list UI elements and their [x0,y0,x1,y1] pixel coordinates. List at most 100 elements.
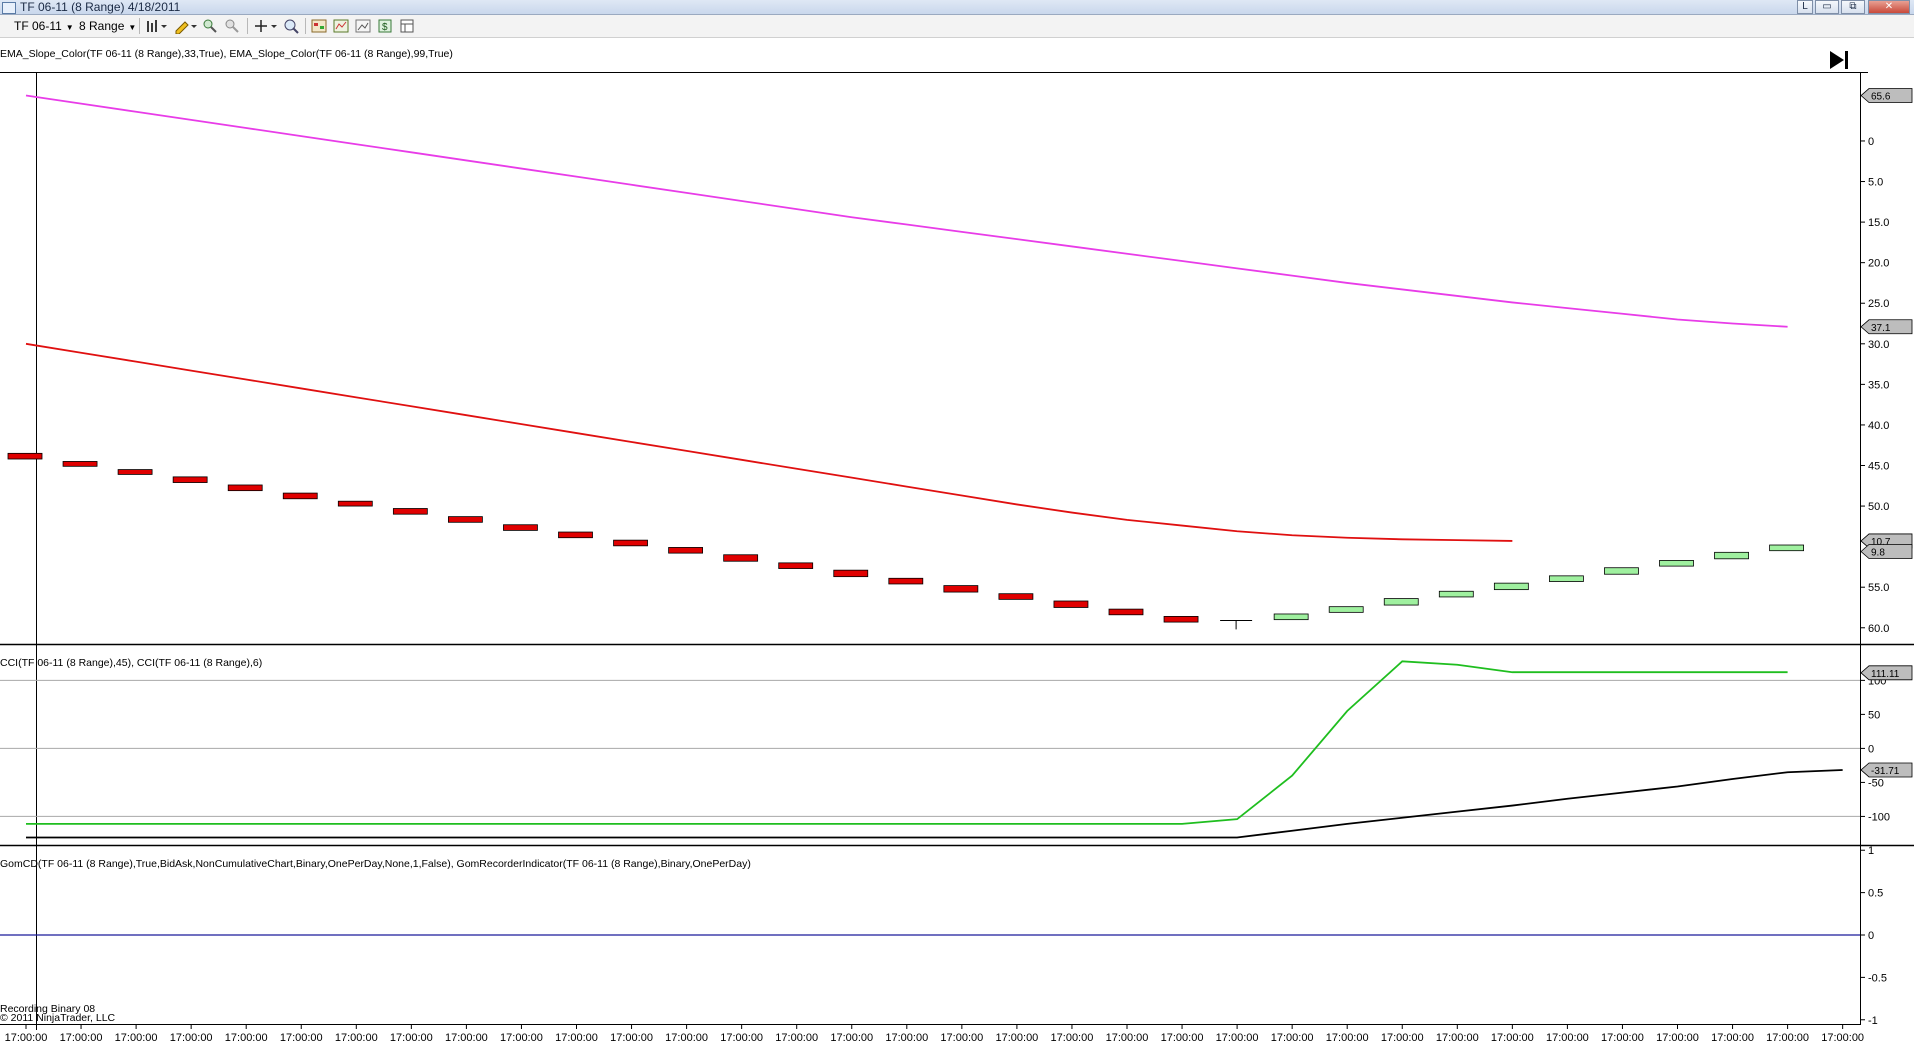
up-bar [1383,598,1419,606]
price-panel-indicator-label: EMA_Slope_Color(TF 06-11 (8 Range),33,Tr… [0,48,453,60]
window-title-bar: TF 06-11 (8 Range) 4/18/2011 L ▭ ⧉ ✕ [0,0,1914,15]
pencil-draw-icon[interactable] [173,18,197,34]
time-axis-tick-label: 17:00:00 [1051,1032,1094,1044]
time-axis-tick-label: 17:00:00 [1326,1032,1369,1044]
gomcd-axis-tick-label: -1 [1868,1015,1878,1027]
price-tag-label: 9.8 [1871,548,1885,559]
time-axis-tick-label: 17:00:00 [665,1032,708,1044]
time-axis-tick-label: 17:00:00 [115,1032,158,1044]
time-axis-tick-label: 17:00:00 [995,1032,1038,1044]
strategies-icon[interactable] [311,18,327,34]
ema99-value-tag: 65.6 [1860,88,1913,103]
down-bar [668,547,703,554]
window-title: TF 06-11 (8 Range) 4/18/2011 [20,0,181,14]
price-tag-label: 37.1 [1871,323,1891,334]
price-axis-tick-label: 60.0 [1868,623,1889,635]
down-bar [558,531,593,539]
time-axis-tick-label: 17:00:00 [1711,1032,1754,1044]
cci-slow-value-tag: -31.71 [1860,762,1913,778]
time-axis-tick-label: 17:00:00 [445,1032,488,1044]
magnifier-icon[interactable] [283,18,299,34]
minimize-button[interactable]: ▭ [1815,0,1839,14]
time-axis-tick-label: 17:00:00 [1216,1032,1259,1044]
down-bar [227,484,263,492]
link-l-button[interactable]: L [1797,0,1813,14]
time-axis-tick-label: 17:00:00 [775,1032,818,1044]
time-axis-tick-label: 17:00:00 [940,1032,983,1044]
up-bar [1438,590,1474,598]
gomcd-axis-tick-label: 1 [1868,845,1874,857]
time-axis-tick-label: 17:00:00 [1821,1032,1864,1044]
chart-area[interactable]: EMA_Slope_Color(TF 06-11 (8 Range),33,Tr… [0,38,1914,1050]
cci-fast-value-tag: 111.11 [1860,665,1913,681]
down-bar [503,524,538,531]
up-bar [1549,575,1584,582]
bar-style-icon[interactable] [145,18,169,34]
zoom-in-icon[interactable] [202,18,218,34]
price-axis-tick-label: 35.0 [1868,379,1889,391]
cci-axis-tick-label: -100 [1868,811,1890,823]
chart-properties-icon[interactable] [355,18,371,34]
down-bar [1108,608,1144,616]
up-bar [1604,567,1639,575]
up-bar [1714,551,1749,560]
cci-axis-tick-label: 50 [1868,709,1880,721]
restore-button[interactable]: ⧉ [1841,0,1865,14]
time-axis-tick-label: 17:00:00 [1381,1032,1424,1044]
close-button[interactable]: ✕ [1868,0,1910,14]
time-axis-tick-label: 17:00:00 [1766,1032,1809,1044]
down-bar [172,476,208,483]
down-bar [888,577,924,585]
down-bar [1163,616,1199,623]
time-axis-tick-label: 17:00:00 [170,1032,213,1044]
time-axis-tick-label: 17:00:00 [1106,1032,1149,1044]
toolbar-separator [305,18,306,34]
time-axis-tick-label: 17:00:00 [280,1032,323,1044]
time-axis-tick-label: 17:00:00 [500,1032,543,1044]
time-axis-tick-label: 17:00:00 [610,1032,653,1044]
scroll-to-end-icon[interactable] [1830,51,1848,69]
gomcd-axis-tick-label: 0 [1868,930,1874,942]
down-bar [117,469,153,475]
cci-line [26,660,1788,825]
time-axis-tick-label: 17:00:00 [390,1032,433,1044]
ema-line [25,94,1788,328]
up-bar [1328,606,1364,613]
price-axis-tick-label: 30.0 [1868,339,1889,351]
down-bar [723,554,759,562]
cci-line [26,769,1843,839]
instrument-selector[interactable]: TF 06-11 ▼ [14,19,74,35]
price-axis-tick-label: 50.0 [1868,501,1889,513]
data-box-icon[interactable] [399,18,415,34]
down-bar [282,492,318,500]
time-axis-tick-label: 17:00:00 [1436,1032,1479,1044]
price-panel: 60.0 55.0 50.0 45.0 40.0 35.0 30.0 25.0 20.0 15.0… [7,88,1913,635]
svg-text:$: $ [382,22,388,33]
down-bar [7,452,43,460]
down-bar [778,562,814,569]
copyright-text: © 2011 NinjaTrader, LLC [0,1012,116,1024]
price-axis-tick-label: 45.0 [1868,461,1889,473]
down-bar [613,539,648,547]
down-bar [1053,600,1089,608]
price-tag-label: 111.11 [1871,669,1900,680]
cci-axis-tick-label: 0 [1868,743,1874,755]
up-bar [1659,560,1694,567]
time-axis-tick-label: 17:00:00 [1271,1032,1314,1044]
indicators-icon[interactable] [333,18,349,34]
zoom-out-icon[interactable] [224,18,240,34]
time-axis-tick-label: 17:00:00 [1491,1032,1534,1044]
up-bar [1493,582,1529,591]
price-marker-icon[interactable]: $ [377,18,393,34]
price-tag-label: -31.71 [1871,766,1900,777]
ema-line [25,342,1513,542]
up-bar [1273,613,1309,621]
down-bar [943,585,979,593]
time-axis-tick-label: 17:00:00 [555,1032,598,1044]
crosshair-icon[interactable] [253,18,277,34]
price-axis-tick-label: 5.0 [1868,177,1883,189]
price-axis-tick-label: 55.0 [1868,582,1889,594]
time-axis-tick-label: 17:00:00 [720,1032,763,1044]
period-selector[interactable]: 8 Range ▼ [79,19,136,35]
price-axis-tick-label: 15.0 [1868,217,1889,229]
